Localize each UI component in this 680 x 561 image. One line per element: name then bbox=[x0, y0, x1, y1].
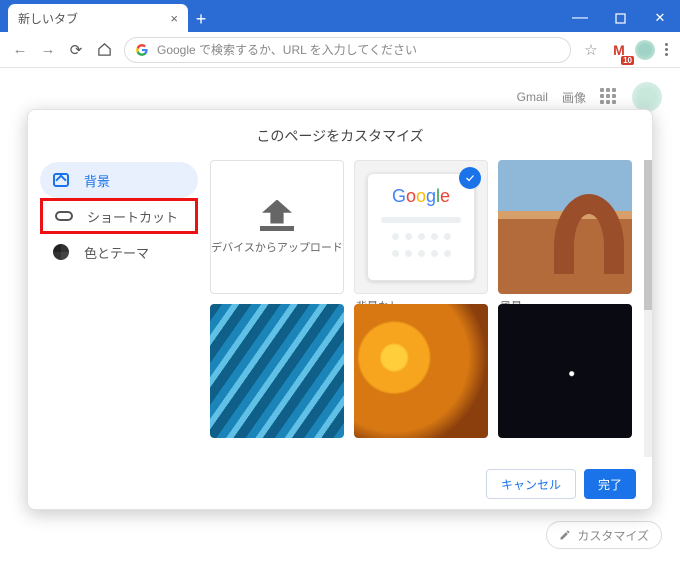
dialog-footer: キャンセル 完了 bbox=[28, 459, 652, 509]
tab-title: 新しいタブ bbox=[18, 10, 170, 27]
account-avatar[interactable] bbox=[632, 82, 662, 112]
image-icon bbox=[52, 171, 70, 189]
palette-icon bbox=[52, 243, 70, 261]
dialog-title: このページをカスタマイズ bbox=[28, 110, 652, 158]
tile-landscape[interactable]: 風景 bbox=[498, 160, 632, 294]
browser-tab[interactable]: 新しいタブ × bbox=[8, 4, 188, 32]
upload-label: デバイスからアップロード bbox=[211, 239, 343, 255]
customize-dialog: このページをカスタマイズ 背景 ショートカット 色とテーマ bbox=[27, 109, 653, 510]
images-link[interactable]: 画像 bbox=[562, 89, 586, 106]
sidebar-item-background[interactable]: 背景 bbox=[40, 162, 198, 198]
window-minimize-button[interactable]: — bbox=[560, 4, 600, 32]
tile-texture-blue[interactable] bbox=[210, 304, 344, 438]
cancel-button[interactable]: キャンセル bbox=[486, 469, 576, 499]
close-tab-icon[interactable]: × bbox=[170, 11, 178, 26]
tile-space-dark[interactable] bbox=[498, 304, 632, 438]
tile-grid-wrap: デバイスからアップロード Google bbox=[206, 158, 652, 459]
upload-icon bbox=[262, 200, 292, 224]
tile-upload[interactable]: デバイスからアップロード bbox=[210, 160, 344, 294]
new-tab-button[interactable]: + bbox=[188, 6, 214, 32]
ntp-header: Gmail 画像 bbox=[517, 82, 662, 112]
customize-label: カスタマイズ bbox=[577, 527, 649, 544]
gmail-extension-icon[interactable]: M10 bbox=[607, 38, 631, 62]
sidebar-label-color: 色とテーマ bbox=[84, 243, 149, 262]
sidebar-item-shortcuts[interactable]: ショートカット bbox=[40, 198, 198, 234]
forward-button[interactable]: → bbox=[34, 36, 62, 64]
sidebar-item-color[interactable]: 色とテーマ bbox=[40, 234, 198, 270]
tile-no-background[interactable]: Google 背景なし bbox=[354, 160, 488, 294]
pencil-icon bbox=[559, 529, 571, 541]
bookmark-star-icon[interactable]: ☆ bbox=[577, 36, 605, 64]
done-button[interactable]: 完了 bbox=[584, 469, 636, 499]
gmail-badge-count: 10 bbox=[621, 56, 634, 65]
omnibox[interactable]: Google で検索するか、URL を入力してください bbox=[124, 37, 571, 63]
google-icon bbox=[135, 43, 149, 57]
link-icon bbox=[55, 207, 73, 225]
back-button[interactable]: ← bbox=[6, 36, 34, 64]
browser-menu-button[interactable] bbox=[659, 43, 674, 56]
apps-icon[interactable] bbox=[600, 88, 618, 106]
titlebar: 新しいタブ × + — ✕ bbox=[0, 0, 680, 32]
dialog-sidebar: 背景 ショートカット 色とテーマ bbox=[28, 158, 206, 459]
sidebar-label-background: 背景 bbox=[84, 171, 110, 190]
selected-check-icon bbox=[459, 167, 481, 189]
scrollbar[interactable] bbox=[644, 160, 652, 457]
customize-button[interactable]: カスタマイズ bbox=[546, 521, 662, 549]
tile-texture-orange[interactable] bbox=[354, 304, 488, 438]
sidebar-label-shortcuts: ショートカット bbox=[87, 207, 178, 226]
reload-button[interactable]: ⟳ bbox=[62, 36, 90, 64]
content-area: Gmail 画像 カスタマイズ このページをカスタマイズ 背景 ショートカット bbox=[0, 68, 680, 561]
browser-toolbar: ← → ⟳ Google で検索するか、URL を入力してください ☆ M10 bbox=[0, 32, 680, 68]
gmail-link[interactable]: Gmail bbox=[517, 90, 548, 104]
profile-avatar[interactable] bbox=[633, 38, 657, 62]
window-maximize-button[interactable] bbox=[600, 4, 640, 32]
home-button[interactable] bbox=[90, 36, 118, 64]
omnibox-placeholder: Google で検索するか、URL を入力してください bbox=[157, 41, 417, 58]
window-close-button[interactable]: ✕ bbox=[640, 4, 680, 32]
google-logo: Google bbox=[392, 186, 450, 207]
